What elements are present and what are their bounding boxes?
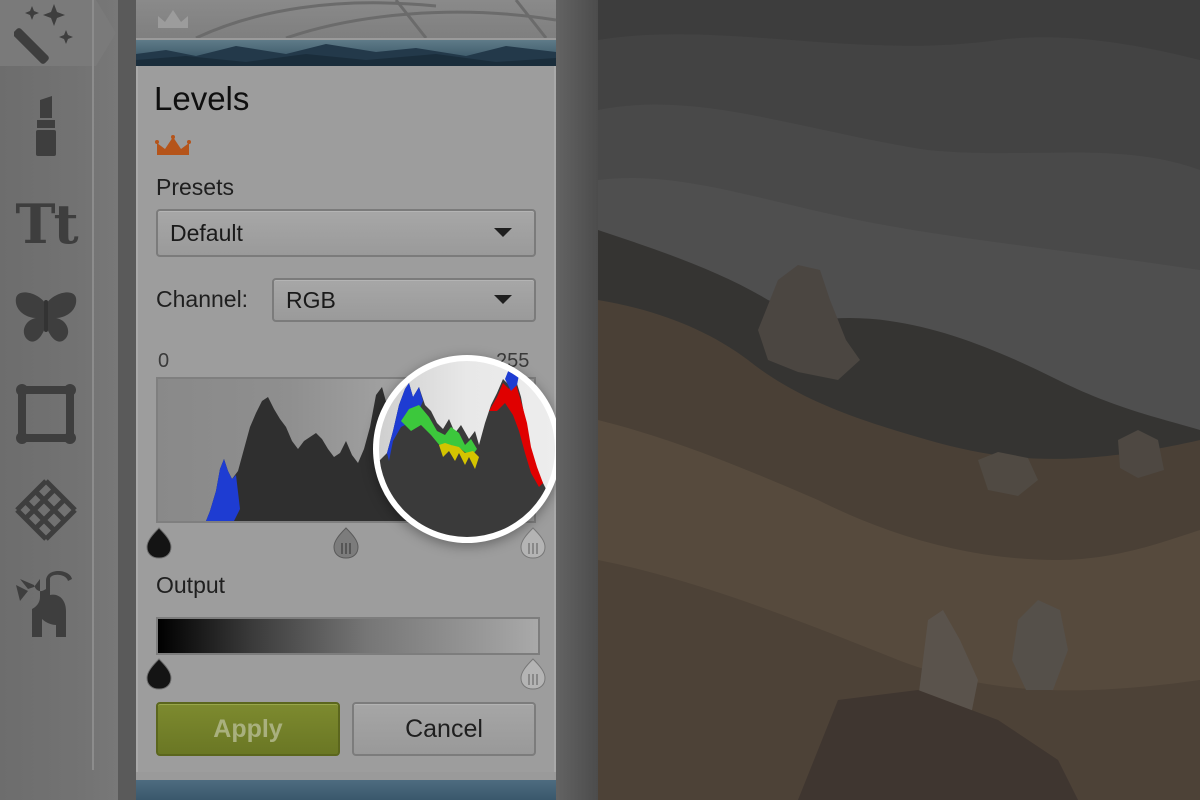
crown-icon xyxy=(155,135,191,155)
presets-label: Presets xyxy=(156,174,234,200)
text-icon: Tt xyxy=(15,192,78,256)
themes-tool-button[interactable] xyxy=(8,568,84,644)
levels-panel: Levels Presets Default Channel: RGB 0 25… xyxy=(136,0,561,800)
photo-canvas[interactable] xyxy=(598,0,1200,800)
frame-icon xyxy=(16,384,76,444)
chevron-down-icon xyxy=(494,228,512,237)
rail-divider xyxy=(92,0,94,770)
previous-effect-thumbnail[interactable] xyxy=(136,0,556,38)
white-point-handle[interactable] xyxy=(520,527,546,559)
crown-icon xyxy=(158,10,188,28)
output-black-handle[interactable] xyxy=(146,658,172,690)
butterfly-icon xyxy=(15,292,77,342)
mountain-landscape-image xyxy=(598,0,1200,800)
midtone-handle[interactable] xyxy=(333,527,359,559)
black-point-handle[interactable] xyxy=(146,527,172,559)
next-effect-thumbnail[interactable] xyxy=(136,780,556,800)
levels-banner-image xyxy=(136,40,556,66)
panel-divider xyxy=(556,0,598,800)
presets-dropdown[interactable]: Default xyxy=(156,209,536,257)
histogram-magnifier xyxy=(373,355,561,543)
channel-selected-value: RGB xyxy=(286,286,336,313)
presets-selected-value: Default xyxy=(170,219,243,246)
output-white-handle[interactable] xyxy=(520,658,546,690)
cancel-button[interactable]: Cancel xyxy=(352,702,536,756)
effects-tool-button[interactable] xyxy=(8,0,84,70)
textures-tool-button[interactable] xyxy=(8,472,84,548)
texture-icon xyxy=(15,479,77,541)
channel-label: Channel: xyxy=(156,286,249,312)
cat-icon xyxy=(16,571,72,637)
magic-wand-icon xyxy=(14,4,73,64)
output-gradient-bar xyxy=(156,617,540,655)
panel-title: Levels xyxy=(154,80,250,117)
text-tool-button[interactable]: Tt xyxy=(8,186,84,262)
tool-rail: Tt xyxy=(0,0,118,800)
chevron-down-icon xyxy=(494,295,512,304)
apply-button[interactable]: Apply xyxy=(156,702,340,756)
output-label: Output xyxy=(156,572,226,598)
histogram-min-label: 0 xyxy=(158,350,170,372)
overlays-tool-button[interactable] xyxy=(8,280,84,356)
frames-tool-button[interactable] xyxy=(8,376,84,452)
lipstick-icon xyxy=(36,96,56,156)
channel-dropdown[interactable]: RGB xyxy=(272,278,536,322)
touch-up-tool-button[interactable] xyxy=(8,88,84,164)
